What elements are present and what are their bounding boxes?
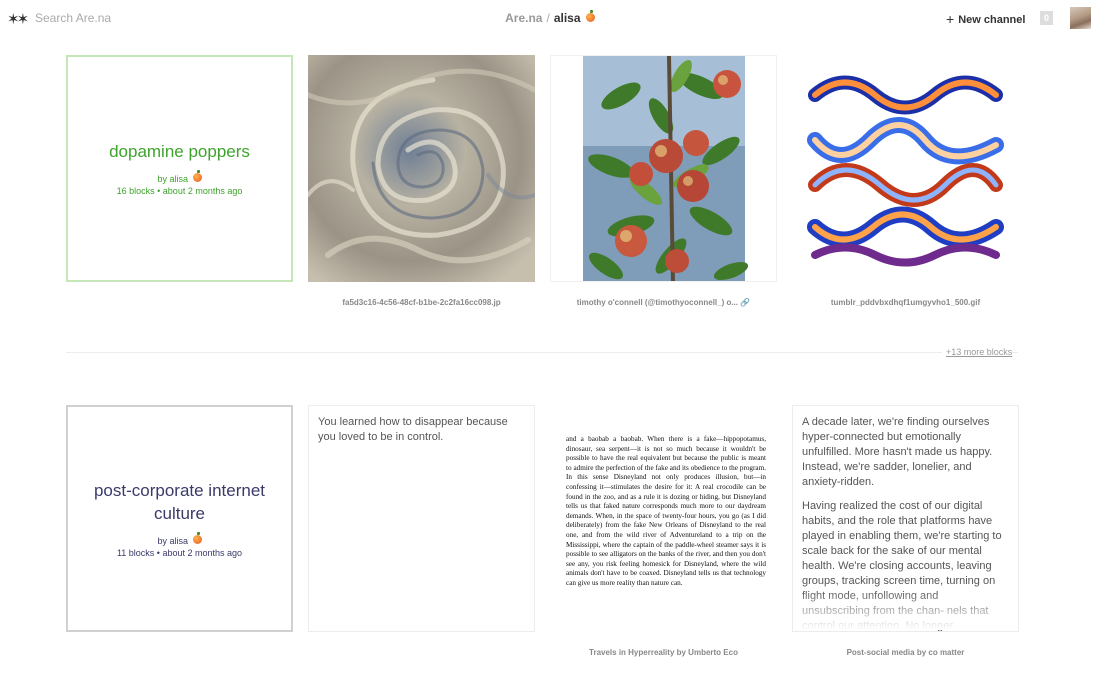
text-block[interactable]: You learned how to disappear because you… xyxy=(308,405,535,632)
peach-emoji-icon xyxy=(192,531,202,544)
jupiter-swirl-image xyxy=(308,55,535,282)
block-caption[interactable]: Travels in Hyperreality by Umberto Eco xyxy=(550,648,777,657)
peach-emoji-icon xyxy=(585,10,595,22)
new-channel-button[interactable]: + New channel xyxy=(946,11,1025,27)
channel-title: post-corporate internet culture xyxy=(93,480,266,523)
image-block-book-page[interactable]: and a baobab a baobab. When there is a f… xyxy=(550,405,777,632)
breadcrumb-site[interactable]: Are.na xyxy=(505,11,542,25)
channel-title: dopamine poppers xyxy=(109,142,250,161)
breadcrumb: Are.na / alisa xyxy=(0,10,1100,25)
top-bar: ✶✶ Are.na/alisa +New channel 0 xyxy=(0,0,1100,36)
book-page-scan: and a baobab a baobab. When there is a f… xyxy=(566,435,766,587)
channel-card-dopamine-poppers[interactable]: dopamine poppers by alisa 16 blocks • ab… xyxy=(66,55,293,282)
channel-meta: 16 blocks • about 2 months ago xyxy=(116,186,243,196)
image-block-waves-gif[interactable] xyxy=(792,55,1019,282)
breadcrumb-user[interactable]: alisa xyxy=(554,11,581,25)
avatar[interactable] xyxy=(1070,7,1091,29)
notification-count-badge[interactable]: 0 xyxy=(1040,11,1053,25)
text-fade-overlay xyxy=(794,590,1017,630)
text-block-content: You learned how to disappear because you… xyxy=(318,416,508,443)
block-caption[interactable]: Post-social media by co matter xyxy=(792,648,1019,657)
colorful-waves-gif xyxy=(807,75,1004,267)
apple-tree-image xyxy=(583,56,749,281)
text-block[interactable]: A decade later, we're finding ourselves … xyxy=(792,405,1019,632)
breadcrumb-separator: / xyxy=(546,11,550,25)
peach-emoji-icon xyxy=(192,170,202,182)
more-blocks-link[interactable]: +13 more blocks xyxy=(942,347,1013,357)
block-caption[interactable]: tumblr_pddvbxdhqf1umgyvho1_500.gif xyxy=(792,298,1019,307)
image-block-jupiter[interactable] xyxy=(308,55,535,282)
channel-card-post-corporate-internet-culture[interactable]: post-corporate internet culture by alisa… xyxy=(66,405,293,632)
row-divider xyxy=(66,352,1018,353)
image-block-apples[interactable] xyxy=(550,55,777,282)
text-block-paragraph: A decade later, we're finding ourselves … xyxy=(802,416,993,488)
channel-meta: 11 blocks • about 2 months ago xyxy=(116,547,243,558)
block-caption[interactable]: fa5d3c16-4c56-48cf-b1be-2c2fa16cc098.jp xyxy=(308,298,535,307)
new-channel-label: New channel xyxy=(958,14,1026,26)
channel-author: by alisa xyxy=(157,531,202,547)
plus-icon: + xyxy=(946,11,955,27)
block-caption[interactable]: timothy o'connell (@timothyoconnell_) o.… xyxy=(550,298,777,307)
channel-author: by alisa xyxy=(157,170,202,185)
